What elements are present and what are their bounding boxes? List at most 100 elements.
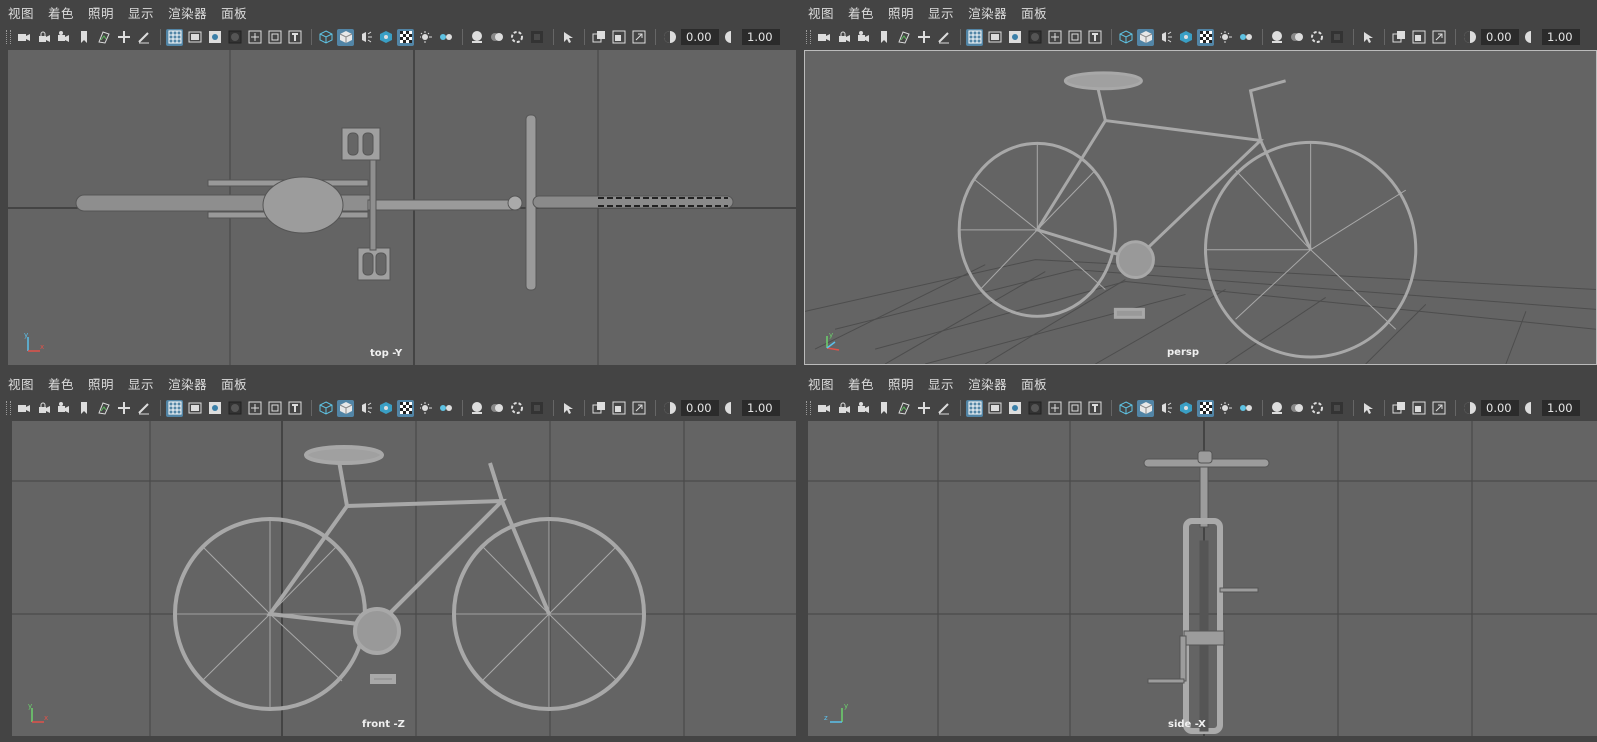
xray-icon[interactable]: [559, 29, 576, 46]
smooth-shade-icon[interactable]: [1137, 399, 1154, 417]
textured-icon[interactable]: [377, 400, 394, 417]
menu-shading[interactable]: 着色: [48, 3, 74, 22]
resolution-gate-icon[interactable]: [1006, 29, 1023, 46]
lights-icon[interactable]: [1217, 29, 1234, 46]
menu-shading[interactable]: 着色: [48, 374, 74, 393]
menu-renderer[interactable]: 渲染器: [168, 374, 207, 393]
exposure-field[interactable]: 0.00: [1481, 400, 1519, 416]
menu-panels[interactable]: 面板: [1021, 374, 1047, 393]
shadows-icon[interactable]: [397, 399, 414, 417]
depth-of-field-icon[interactable]: [508, 29, 525, 46]
image-plane-icon[interactable]: [895, 400, 912, 417]
anti-alias-icon[interactable]: [1288, 400, 1305, 417]
exposure-field[interactable]: 0.00: [1481, 29, 1519, 45]
gate-mask-icon[interactable]: [226, 29, 243, 46]
lights-icon[interactable]: [1217, 400, 1234, 417]
safe-action-icon[interactable]: [1066, 29, 1083, 46]
exposure-icon[interactable]: [661, 400, 678, 417]
viewport-persp[interactable]: y persp: [804, 50, 1597, 365]
viewport-front[interactable]: yx front -Z: [12, 421, 796, 736]
wireframe-icon[interactable]: [1117, 400, 1134, 417]
viewport-side[interactable]: yz side -X: [808, 421, 1597, 736]
frame-selection-icon[interactable]: [630, 400, 647, 417]
menu-panels[interactable]: 面板: [1021, 3, 1047, 22]
camera-icon[interactable]: [815, 400, 832, 417]
gate-mask-icon[interactable]: [226, 400, 243, 417]
camera-icon[interactable]: [15, 29, 32, 46]
ssao-icon[interactable]: [437, 29, 454, 46]
ssao-icon[interactable]: [1237, 400, 1254, 417]
backface-icon[interactable]: [1410, 400, 1427, 417]
lock-camera-icon[interactable]: [35, 400, 52, 417]
xray-joints-icon[interactable]: [590, 29, 607, 46]
menu-lighting[interactable]: 照明: [888, 3, 914, 22]
smooth-shade-icon[interactable]: [1137, 28, 1154, 46]
isolate-select-icon[interactable]: [528, 400, 545, 417]
xray-icon[interactable]: [1359, 29, 1376, 46]
bookmark-icon[interactable]: [875, 400, 892, 417]
grease-pencil-icon[interactable]: [935, 29, 952, 46]
gamma-icon[interactable]: [722, 29, 739, 46]
motion-blur-icon[interactable]: [468, 400, 485, 417]
grid-icon[interactable]: [166, 399, 183, 417]
default-lighting-icon[interactable]: [357, 400, 374, 417]
safe-action-icon[interactable]: [266, 400, 283, 417]
safe-action-icon[interactable]: [1066, 400, 1083, 417]
resolution-gate-icon[interactable]: [1006, 400, 1023, 417]
lights-icon[interactable]: [417, 29, 434, 46]
image-plane-icon[interactable]: [895, 29, 912, 46]
lock-camera-icon[interactable]: [35, 29, 52, 46]
pan-icon[interactable]: [915, 400, 932, 417]
menu-view[interactable]: 视图: [808, 374, 834, 393]
gamma-icon[interactable]: [722, 400, 739, 417]
field-chart-icon[interactable]: [1046, 29, 1063, 46]
default-lighting-icon[interactable]: [1157, 29, 1174, 46]
xray-joints-icon[interactable]: [1390, 400, 1407, 417]
image-plane-icon[interactable]: [95, 400, 112, 417]
grid-icon[interactable]: [166, 28, 183, 46]
shadows-icon[interactable]: [397, 28, 414, 46]
film-gate-icon[interactable]: [186, 400, 203, 417]
default-lighting-icon[interactable]: [1157, 400, 1174, 417]
camera-attr-icon[interactable]: [855, 400, 872, 417]
exposure-icon[interactable]: [661, 29, 678, 46]
resolution-gate-icon[interactable]: [206, 400, 223, 417]
gate-mask-icon[interactable]: [1026, 29, 1043, 46]
camera-icon[interactable]: [15, 400, 32, 417]
shadows-icon[interactable]: [1197, 28, 1214, 46]
smooth-shade-icon[interactable]: [337, 28, 354, 46]
backface-icon[interactable]: [610, 29, 627, 46]
menu-renderer[interactable]: 渲染器: [968, 3, 1007, 22]
wireframe-icon[interactable]: [317, 400, 334, 417]
menu-lighting[interactable]: 照明: [88, 3, 114, 22]
menu-view[interactable]: 视图: [8, 3, 34, 22]
menu-show[interactable]: 显示: [928, 374, 954, 393]
safe-title-icon[interactable]: [1086, 400, 1103, 417]
exposure-icon[interactable]: [1461, 400, 1478, 417]
menu-panels[interactable]: 面板: [221, 374, 247, 393]
xray-icon[interactable]: [559, 400, 576, 417]
menu-panels[interactable]: 面板: [221, 3, 247, 22]
menu-show[interactable]: 显示: [128, 374, 154, 393]
depth-of-field-icon[interactable]: [1308, 29, 1325, 46]
anti-alias-icon[interactable]: [1288, 29, 1305, 46]
motion-blur-icon[interactable]: [1268, 29, 1285, 46]
bookmark-icon[interactable]: [75, 29, 92, 46]
isolate-select-icon[interactable]: [1328, 29, 1345, 46]
menu-renderer[interactable]: 渲染器: [968, 374, 1007, 393]
menu-show[interactable]: 显示: [928, 3, 954, 22]
bookmark-icon[interactable]: [875, 29, 892, 46]
viewport-top[interactable]: yx top -Y: [8, 50, 796, 365]
safe-action-icon[interactable]: [266, 29, 283, 46]
textured-icon[interactable]: [1177, 29, 1194, 46]
exposure-icon[interactable]: [1461, 29, 1478, 46]
xray-joints-icon[interactable]: [1390, 29, 1407, 46]
image-plane-icon[interactable]: [95, 29, 112, 46]
isolate-select-icon[interactable]: [528, 29, 545, 46]
pan-icon[interactable]: [115, 400, 132, 417]
isolate-select-icon[interactable]: [1328, 400, 1345, 417]
menu-view[interactable]: 视图: [8, 374, 34, 393]
toolbar-grip[interactable]: [806, 401, 811, 415]
grid-icon[interactable]: [966, 28, 983, 46]
bookmark-icon[interactable]: [75, 400, 92, 417]
